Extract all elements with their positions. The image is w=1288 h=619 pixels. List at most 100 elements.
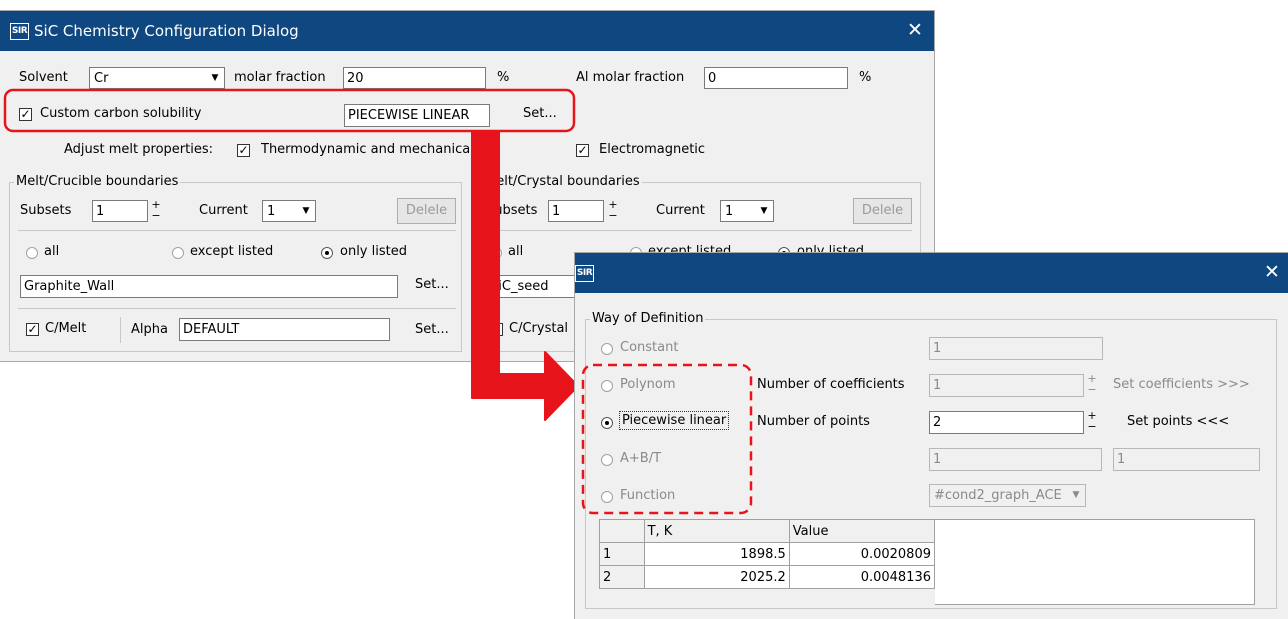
function-label: Function (620, 488, 676, 503)
constant-radio[interactable] (601, 343, 613, 355)
crystal-current-label: Current (656, 203, 705, 218)
table-empty-area (935, 519, 1255, 605)
column-header-value[interactable]: Value (788, 519, 936, 543)
crucible-except-radio[interactable] (172, 247, 184, 259)
crystal-subsets-input[interactable]: 1 (548, 200, 604, 222)
crystal-subsets-spinner[interactable]: + − (606, 199, 620, 222)
crucible-current-value: 1 (267, 204, 276, 219)
crystal-subsets-label: Subsets (486, 203, 538, 218)
table-row[interactable]: 2 2025.2 0.0048136 (599, 565, 936, 589)
ccrystal-checkbox[interactable]: ✓ (490, 323, 503, 336)
close-icon[interactable]: ✕ (902, 17, 928, 43)
crystal-delete-button[interactable]: Delele (853, 198, 912, 224)
crystal-group-title: Melt/Crystal boundaries (483, 174, 642, 189)
cmelt-checkbox[interactable]: ✓ (26, 323, 39, 336)
custom-solubility-checkbox[interactable]: ✓ (19, 108, 32, 121)
alpha-label: Alpha (131, 322, 168, 337)
points-input[interactable]: 2 (929, 411, 1084, 434)
app-icon: SIR (575, 265, 594, 282)
solubility-type-field: PIECEWISE LINEAR (344, 104, 490, 127)
alpha-input[interactable]: DEFAULT (179, 318, 390, 341)
electromagnetic-label: Electromagnetic (599, 142, 706, 157)
al-molar-fraction-label: Al molar fraction (576, 70, 685, 85)
piecewise-label: Piecewise linear (619, 411, 730, 430)
adjust-melt-label: Adjust melt properties: (64, 142, 213, 157)
crucible-separator (18, 230, 456, 231)
crucible-only-radio[interactable] (321, 247, 333, 259)
coefficients-input[interactable]: 1 (929, 374, 1084, 397)
cell-t[interactable]: 2025.2 (643, 565, 790, 589)
crucible-subsets-spinner[interactable]: + − (149, 199, 163, 222)
crucible-all-radio[interactable] (26, 247, 38, 259)
number-of-points-label: Number of points (757, 414, 870, 429)
crucible-current-label: Current (199, 203, 248, 218)
chevron-down-icon: ▼ (211, 73, 219, 83)
crucible-separator-2 (18, 308, 456, 309)
table-corner (599, 519, 645, 543)
table-row[interactable]: 1 1898.5 0.0020809 (599, 542, 936, 566)
thermo-checkbox[interactable]: ✓ (237, 144, 250, 157)
crucible-only-label: only listed (340, 244, 407, 259)
al-percent-label: % (859, 70, 872, 85)
crucible-delete-button[interactable]: Delele (397, 198, 456, 224)
crystal-current-select[interactable]: 1 ▼ (720, 200, 774, 222)
cell-value[interactable]: 0.0020809 (788, 542, 936, 566)
column-header-t[interactable]: T, K (643, 519, 790, 543)
solvent-select[interactable]: Cr ▼ (89, 67, 225, 89)
electromagnetic-checkbox[interactable]: ✓ (576, 144, 589, 157)
crystal-current-value: 1 (725, 204, 734, 219)
crucible-list-set-button[interactable]: Set... (415, 277, 449, 292)
crucible-current-select[interactable]: 1 ▼ (262, 200, 316, 222)
points-spinner[interactable]: + − (1085, 410, 1099, 433)
crystal-all-radio[interactable] (490, 247, 502, 259)
piecewise-radio[interactable] (601, 417, 613, 429)
table-header-row: T, K Value (599, 519, 936, 543)
percent-label: % (497, 70, 510, 85)
solubility-set-button[interactable]: Set... (523, 106, 557, 121)
cmelt-divider (120, 317, 121, 343)
row-index: 2 (599, 565, 645, 589)
crystal-list-field[interactable]: SiC_seed (486, 275, 586, 298)
app-icon: SIR (10, 23, 29, 40)
chevron-down-icon: ▼ (302, 206, 310, 216)
chevron-down-icon: ▼ (760, 206, 768, 216)
sub-title-bar[interactable]: SIR ✕ (575, 253, 1288, 293)
ccrystal-label: C/Crystal (509, 321, 569, 336)
set-coefficients-button[interactable]: Set coefficients >>> (1113, 377, 1285, 392)
crucible-list-field[interactable]: Graphite_Wall (20, 275, 398, 298)
crucible-subsets-input[interactable]: 1 (92, 200, 148, 222)
solvent-label: Solvent (19, 70, 68, 85)
abt-radio[interactable] (601, 454, 613, 466)
set-points-button[interactable]: Set points <<< (1127, 414, 1229, 429)
crystal-separator (487, 230, 912, 231)
molar-fraction-input[interactable]: 20 (343, 67, 486, 89)
al-molar-fraction-input[interactable]: 0 (704, 67, 848, 89)
crucible-group-title: Melt/Crucible boundaries (14, 174, 181, 189)
row-index: 1 (599, 542, 645, 566)
constant-input[interactable]: 1 (929, 337, 1103, 360)
function-value: #cond2_graph_ACE (934, 488, 1062, 503)
alpha-set-button[interactable]: Set... (415, 322, 449, 337)
close-icon[interactable]: ✕ (1259, 259, 1285, 285)
coefficients-spinner[interactable]: + − (1085, 373, 1099, 396)
function-select[interactable]: #cond2_graph_ACE ▼ (929, 484, 1086, 507)
thermo-label: Thermodynamic and mechanical (261, 142, 472, 157)
function-radio[interactable] (601, 491, 613, 503)
number-of-coefficients-label: Number of coefficients (757, 377, 905, 392)
sub-dialog: SIR ✕ Way of Definition Constant 1 Polyn… (575, 253, 1288, 619)
polynom-label: Polynom (620, 377, 676, 392)
cell-value[interactable]: 0.0048136 (788, 565, 936, 589)
dialog-title: SiC Chemistry Configuration Dialog (34, 22, 299, 40)
crucible-all-label: all (44, 244, 60, 259)
way-of-definition-title: Way of Definition (590, 311, 706, 326)
main-title-bar[interactable]: SIR SiC Chemistry Configuration Dialog ✕ (0, 11, 934, 51)
abt-label: A+B/T (620, 451, 662, 466)
solvent-value: Cr (94, 71, 109, 86)
points-table[interactable]: T, K Value 1 1898.5 0.0020809 2 2025.2 0… (599, 519, 936, 589)
crystal-all-label: all (508, 244, 524, 259)
polynom-radio[interactable] (601, 380, 613, 392)
abt-a-input[interactable]: 1 (929, 448, 1102, 471)
cell-t[interactable]: 1898.5 (643, 542, 790, 566)
abt-b-input[interactable]: 1 (1113, 448, 1260, 471)
crucible-except-label: except listed (190, 244, 274, 259)
